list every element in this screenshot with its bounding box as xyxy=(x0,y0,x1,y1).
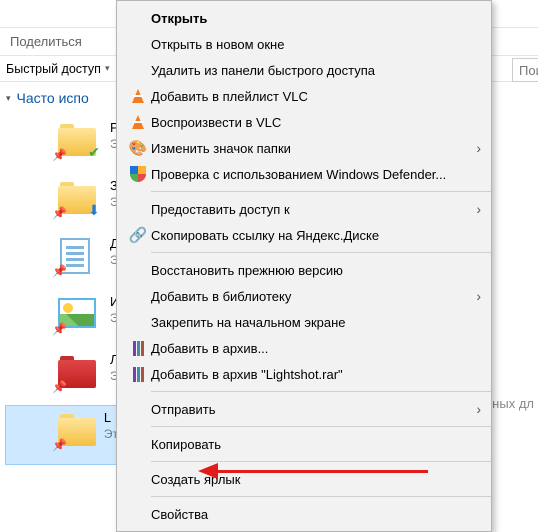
ctx-vlc-add-playlist[interactable]: Добавить в плейлист VLC xyxy=(117,83,491,109)
chevron-right-icon: › xyxy=(476,288,481,304)
separator xyxy=(151,391,491,392)
pin-icon: 📌 xyxy=(52,380,67,394)
ctx-add-to-archive[interactable]: Добавить в архив... xyxy=(117,335,491,361)
share-button[interactable]: Поделиться xyxy=(0,29,92,54)
chevron-down-icon: ▾ xyxy=(6,93,11,104)
ctx-send-to[interactable]: Отправить› xyxy=(117,396,491,422)
ctx-yandex-link[interactable]: 🔗Скопировать ссылку на Яндекс.Диске xyxy=(117,222,491,248)
chevron-down-icon: ▾ xyxy=(105,63,110,74)
sync-ok-icon: ✔ xyxy=(83,141,105,163)
ctx-open-new-window[interactable]: Открыть в новом окне xyxy=(117,31,491,57)
separator xyxy=(151,496,491,497)
paint-icon: 🎨 xyxy=(125,139,151,157)
pin-icon: 📌 xyxy=(52,438,67,452)
download-icon: ⬇ xyxy=(83,199,105,221)
winrar-icon xyxy=(133,341,144,356)
pin-icon: 📌 xyxy=(52,264,67,278)
tree-group-label: Часто испо xyxy=(17,90,89,106)
vlc-icon xyxy=(132,115,144,129)
search-input[interactable]: Пои xyxy=(512,58,538,82)
ctx-properties[interactable]: Свойства xyxy=(117,501,491,527)
ctx-add-to-library[interactable]: Добавить в библиотеку› xyxy=(117,283,491,309)
ctx-vlc-play[interactable]: Воспроизвести в VLC xyxy=(117,109,491,135)
separator xyxy=(151,191,491,192)
vlc-icon xyxy=(132,89,144,103)
shield-icon xyxy=(130,166,146,182)
ctx-restore-version[interactable]: Восстановить прежнюю версию xyxy=(117,257,491,283)
pin-icon: 📌 xyxy=(52,206,67,220)
chevron-right-icon: › xyxy=(476,401,481,417)
pin-icon: 📌 xyxy=(52,148,67,162)
chevron-right-icon: › xyxy=(476,140,481,156)
ctx-open[interactable]: Открыть xyxy=(117,5,491,31)
breadcrumb-label: Быстрый доступ xyxy=(6,62,101,76)
pin-icon: 📌 xyxy=(52,322,67,336)
ctx-remove-quick-access[interactable]: Удалить из панели быстрого доступа xyxy=(117,57,491,83)
separator xyxy=(151,426,491,427)
ctx-add-to-named-archive[interactable]: Добавить в архив "Lightshot.rar" xyxy=(117,361,491,387)
truncated-text: нных дл xyxy=(485,396,534,411)
ctx-windows-defender[interactable]: Проверка с использованием Windows Defend… xyxy=(117,161,491,187)
ctx-create-shortcut[interactable]: Создать ярлык xyxy=(117,466,491,492)
chevron-right-icon: › xyxy=(476,201,481,217)
context-menu: Открыть Открыть в новом окне Удалить из … xyxy=(116,0,492,532)
ctx-pin-start[interactable]: Закрепить на начальном экране xyxy=(117,309,491,335)
ctx-copy[interactable]: Копировать xyxy=(117,431,491,457)
link-icon: 🔗 xyxy=(125,226,151,244)
ctx-give-access[interactable]: Предоставить доступ к› xyxy=(117,196,491,222)
winrar-icon xyxy=(133,367,144,382)
ctx-change-folder-icon[interactable]: 🎨Изменить значок папки› xyxy=(117,135,491,161)
separator xyxy=(151,461,491,462)
separator xyxy=(151,252,491,253)
